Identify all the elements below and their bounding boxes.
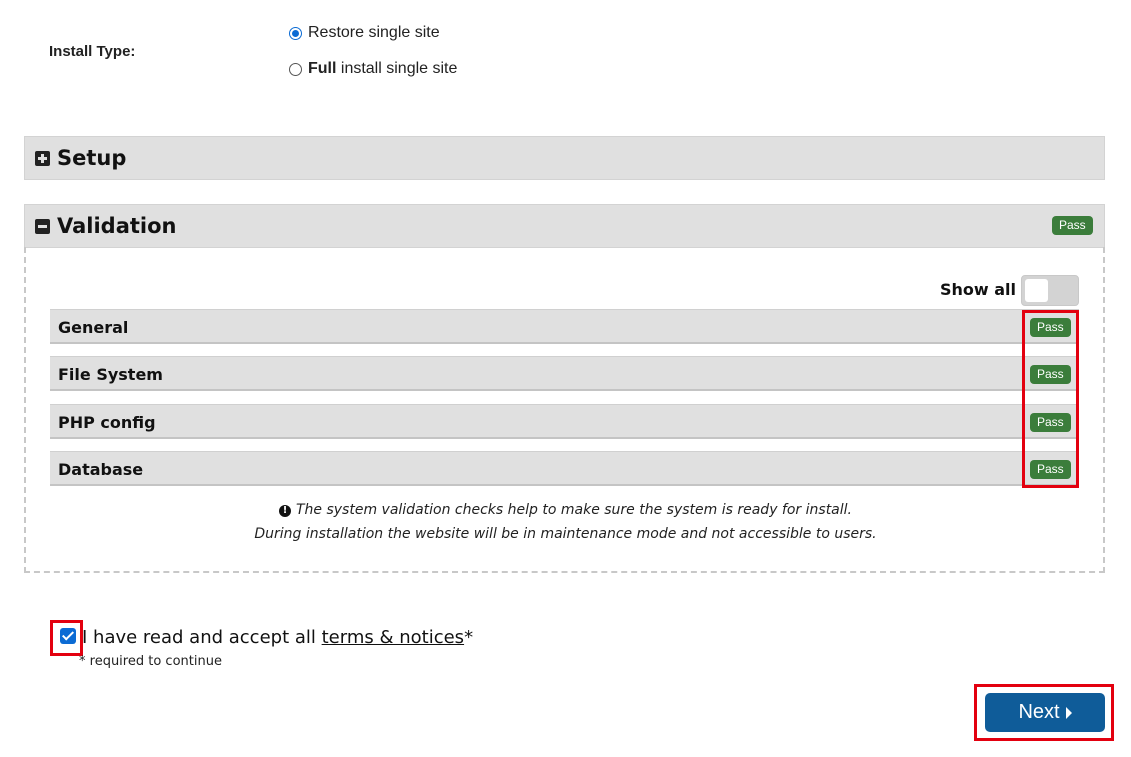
minus-square-icon — [35, 218, 50, 234]
radio-label: Full install single site — [308, 60, 458, 77]
validation-note-line-2: During installation the website will be … — [254, 526, 877, 542]
terms-checkbox[interactable] — [60, 628, 76, 644]
terms-link[interactable]: terms & notices — [322, 627, 464, 648]
check-row-file-system[interactable]: File System Pass — [50, 356, 1079, 391]
next-label: Next — [1018, 701, 1060, 723]
install-type-label: Install Type: — [49, 43, 136, 60]
check-label: General — [58, 318, 129, 337]
terms-label: I have read and accept all terms & notic… — [82, 627, 474, 648]
highlight-box — [1022, 310, 1079, 488]
radio-button-unchecked[interactable] — [289, 62, 302, 76]
check-row-database[interactable]: Database Pass — [50, 451, 1079, 486]
radio-restore-single-site[interactable]: Restore single site — [289, 23, 440, 43]
validation-section-header[interactable]: Validation Pass — [24, 204, 1105, 248]
radio-label: Restore single site — [308, 24, 440, 41]
section-title: Validation — [57, 214, 177, 238]
check-row-general[interactable]: General Pass — [50, 309, 1079, 344]
plus-square-icon — [35, 150, 50, 166]
status-badge: Pass — [1052, 216, 1093, 235]
radio-button-checked[interactable] — [289, 26, 302, 40]
show-all-label: Show all — [940, 280, 1017, 299]
show-all-toggle[interactable] — [1021, 275, 1079, 306]
check-label: File System — [58, 365, 163, 384]
radio-full-install-single-site[interactable]: Full install single site — [289, 59, 457, 79]
section-title: Setup — [57, 146, 127, 170]
next-button[interactable]: Next — [985, 693, 1105, 732]
required-note: * required to continue — [79, 654, 222, 669]
info-icon: ! — [278, 505, 291, 517]
setup-section-header[interactable]: Setup — [24, 136, 1105, 180]
check-row-php-config[interactable]: PHP config Pass — [50, 404, 1079, 439]
check-label: Database — [58, 460, 144, 479]
toggle-knob — [1025, 279, 1048, 302]
validation-note-line-1: ! The system validation checks help to ma… — [0, 502, 1131, 518]
caret-right-icon — [1065, 707, 1072, 719]
check-label: PHP config — [58, 413, 156, 432]
